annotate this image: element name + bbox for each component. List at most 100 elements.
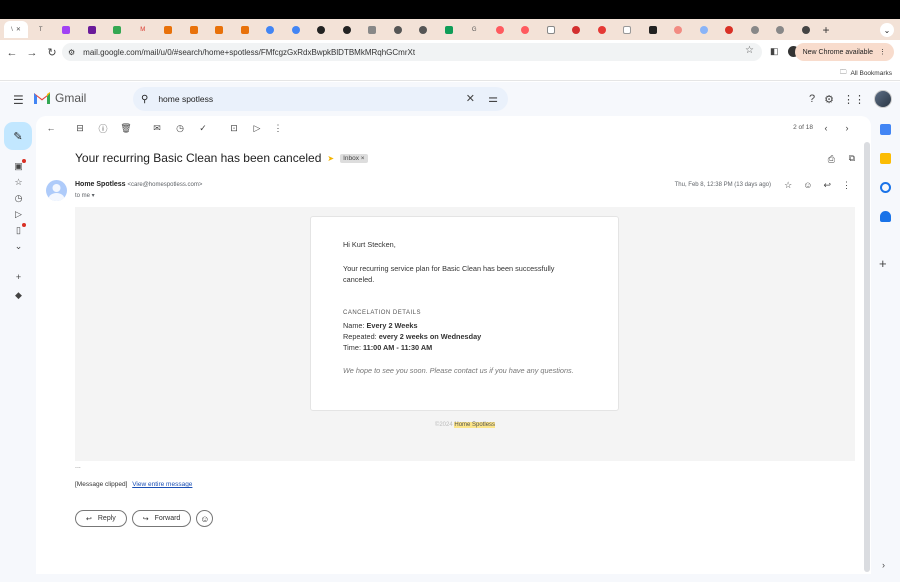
starred-icon[interactable]: ☆ [13, 177, 24, 188]
help-icon[interactable]: ? [809, 93, 815, 105]
tab[interactable] [640, 21, 666, 38]
tab[interactable] [742, 21, 768, 38]
create-label-plus-icon[interactable]: + [13, 271, 24, 282]
bookmark-star-icon[interactable]: ☆ [745, 45, 754, 56]
tab[interactable] [615, 21, 641, 38]
newer-chevron-left-icon[interactable]: ‹ [820, 122, 832, 134]
tab[interactable] [385, 21, 411, 38]
forward-arrow-icon[interactable]: → [22, 43, 42, 63]
archive-icon[interactable]: ⊟ [74, 122, 86, 134]
mark-unread-icon[interactable]: ✉ [151, 122, 163, 134]
tab[interactable] [793, 21, 819, 38]
tab[interactable]: T [28, 21, 54, 38]
tab[interactable] [589, 21, 615, 38]
report-spam-icon[interactable]: ⓘ [97, 122, 109, 134]
tab[interactable] [207, 21, 233, 38]
search-icon[interactable]: ⚲ [141, 94, 148, 105]
trimmed-content-toggle[interactable]: ... [75, 463, 81, 470]
tab[interactable] [283, 21, 309, 38]
reload-icon[interactable]: ↻ [42, 43, 62, 63]
tab-active[interactable]: \ ✕ [4, 21, 28, 38]
reply-button[interactable]: ↩ Reply [75, 510, 127, 527]
gmail-logo[interactable]: Gmail [34, 91, 86, 105]
get-addons-plus-icon[interactable]: + [879, 256, 887, 271]
account-avatar[interactable] [874, 90, 892, 108]
keep-icon[interactable] [880, 153, 891, 164]
forward-button[interactable]: ↪ Forward [131, 510, 192, 527]
inbox-label-chip[interactable]: Inbox × [340, 153, 368, 163]
more-vert-icon[interactable]: ⋮ [272, 122, 284, 134]
tab[interactable] [717, 21, 743, 38]
more-chevron-down-icon[interactable]: ⌄ [13, 241, 24, 252]
search-options-icon[interactable]: ⚌ [488, 92, 498, 105]
importance-marker-icon[interactable]: ➤ [327, 154, 334, 163]
delete-trash-icon[interactable]: 🗑 [120, 122, 132, 134]
site-info-icon[interactable]: ⚙ [68, 48, 75, 57]
tab[interactable] [360, 21, 386, 38]
apps-grid-icon[interactable]: ⋮⋮ [843, 93, 865, 106]
recipient-details-toggle[interactable]: to me ▾ [75, 192, 95, 199]
show-side-panel-chevron-icon[interactable]: › [882, 560, 885, 570]
add-to-tasks-icon[interactable]: ✓ [197, 122, 209, 134]
tab[interactable] [768, 21, 794, 38]
search-input[interactable]: home spotless [158, 94, 213, 104]
tab[interactable] [232, 21, 258, 38]
omnibox[interactable]: ⚙ mail.google.com/mail/u/0/#search/home+… [62, 43, 762, 61]
emoji-reaction-button[interactable]: ☺ [196, 510, 214, 527]
snoozed-clock-icon[interactable]: ◷ [13, 193, 24, 204]
star-icon[interactable]: ☆ [784, 180, 792, 191]
url-text[interactable]: mail.google.com/mail/u/0/#search/home+sp… [83, 48, 415, 57]
tab-search-chevron-icon[interactable]: ⌄ [880, 23, 894, 37]
settings-gear-icon[interactable]: ⚙ [824, 93, 834, 106]
emoji-react-icon[interactable]: ☺ [803, 180, 812, 191]
reply-arrow-icon[interactable]: ↩ [823, 180, 831, 191]
tab[interactable] [334, 21, 360, 38]
clear-search-icon[interactable]: ✕ [466, 92, 475, 105]
back-to-search-icon[interactable]: ← [45, 122, 57, 134]
tab[interactable]: G [462, 21, 488, 38]
label-tag-icon[interactable]: ◆ [13, 290, 24, 301]
tab[interactable] [411, 21, 437, 38]
compose-button[interactable]: ✎ [4, 122, 32, 150]
contacts-icon[interactable] [880, 211, 891, 222]
drafts-icon[interactable]: ▯ [13, 223, 26, 236]
view-entire-message-link[interactable]: View entire message [132, 481, 192, 488]
tab[interactable] [513, 21, 539, 38]
tab[interactable] [105, 21, 131, 38]
all-bookmarks-button[interactable]: 🗀 All Bookmarks [840, 68, 892, 79]
search-bar[interactable]: ⚲ home spotless ✕ ⚌ [133, 87, 508, 111]
tab[interactable] [487, 21, 513, 38]
tab[interactable] [54, 21, 80, 38]
sender-name[interactable]: Home Spotless [75, 181, 126, 188]
sender-avatar[interactable] [46, 180, 67, 201]
calendar-icon[interactable] [880, 124, 891, 135]
tab[interactable] [156, 21, 182, 38]
tab[interactable] [79, 21, 105, 38]
move-to-icon[interactable]: ⊡ [228, 122, 240, 134]
print-icon[interactable]: ⎙ [828, 154, 835, 165]
scrollbar[interactable] [864, 142, 870, 572]
main-menu-icon[interactable]: ☰ [13, 93, 24, 107]
new-tab-button[interactable]: + [823, 23, 830, 37]
more-vert-icon[interactable]: ⋮ [842, 180, 851, 191]
side-panel-icon[interactable]: ◧ [770, 46, 779, 57]
tab[interactable] [538, 21, 564, 38]
tab[interactable] [181, 21, 207, 38]
sent-icon[interactable]: ▷ [13, 209, 24, 220]
inbox-icon[interactable]: ▣ [13, 159, 26, 172]
open-new-window-icon[interactable]: ⧉ [849, 153, 855, 164]
tab[interactable] [436, 21, 462, 38]
tab[interactable] [258, 21, 284, 38]
close-icon[interactable]: ✕ [16, 26, 21, 33]
tab[interactable] [691, 21, 717, 38]
label-icon[interactable]: ▷ [251, 122, 263, 134]
tab[interactable] [666, 21, 692, 38]
new-chrome-button[interactable]: New Chrome available ⋮ [794, 43, 894, 61]
tab[interactable]: M [130, 21, 156, 38]
tab[interactable] [309, 21, 335, 38]
older-chevron-right-icon[interactable]: › [841, 122, 853, 134]
back-arrow-icon[interactable]: ← [2, 43, 22, 63]
tasks-icon[interactable] [880, 182, 891, 193]
tab[interactable] [564, 21, 590, 38]
snooze-clock-icon[interactable]: ◷ [174, 122, 186, 134]
